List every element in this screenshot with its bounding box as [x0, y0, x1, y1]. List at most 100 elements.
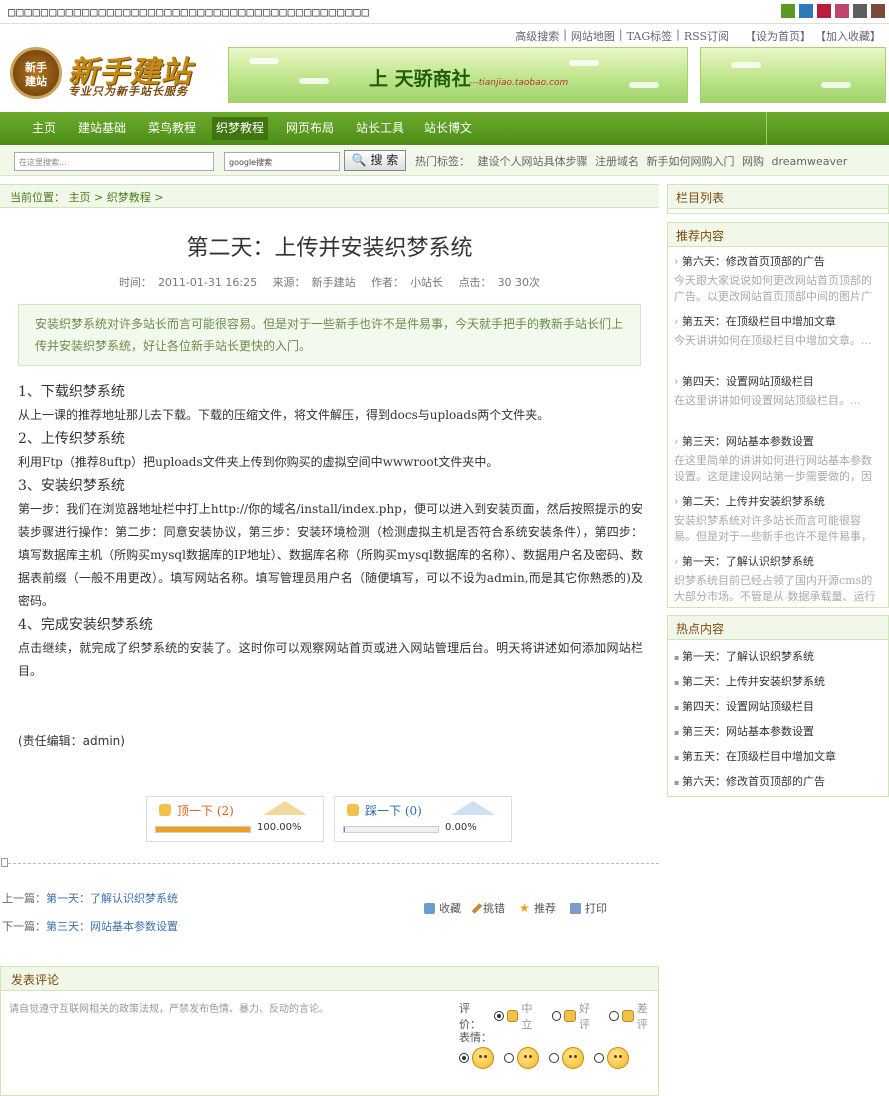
recommend-item: 第三天：网站基本参数设置 在这里简单的讲讲如何进行网站基本参数设置。这是建设网站… — [674, 433, 880, 485]
rating-neutral-radio[interactable] — [493, 1011, 504, 1021]
hot-item[interactable]: 第三天：网站基本参数设置 — [674, 723, 814, 739]
angry-face-icon — [562, 1047, 584, 1069]
printer-icon — [570, 902, 581, 914]
theme-swatch[interactable] — [871, 4, 885, 18]
rating-bad-radio[interactable] — [609, 1011, 620, 1021]
hot-item[interactable]: 第一天：了解认识织梦系统 — [674, 648, 814, 664]
page-icon — [1, 858, 8, 867]
pen-icon — [471, 902, 483, 914]
sitemap-link[interactable]: 网站地图 — [571, 28, 615, 44]
advanced-search-link[interactable]: 高级搜索 — [515, 28, 559, 44]
breadcrumb: 当前位置： 主页 > 织梦教程 > — [0, 184, 659, 208]
theme-swatch[interactable] — [835, 4, 849, 18]
recommend-item: 第四天：设置网站顶级栏目 在这里讲讲如何设置网站顶级栏目。... — [674, 373, 880, 425]
site-search-input[interactable]: 在这里搜索... — [14, 152, 214, 171]
section-heading: 3、安装织梦系统 — [18, 478, 125, 494]
face-radio[interactable] — [504, 1053, 514, 1063]
theme-swatch[interactable] — [781, 4, 795, 18]
section-heading: 2、上传织梦系统 — [18, 431, 125, 447]
breadcrumb-home[interactable]: 主页 — [69, 191, 91, 204]
theme-swatch[interactable] — [853, 4, 867, 18]
recommend-item-title[interactable]: 第五天：在顶级栏目中增加文章 — [674, 313, 880, 329]
thumb-up-icon — [159, 804, 171, 816]
face-radio[interactable] — [459, 1053, 469, 1063]
hand-icon — [506, 1010, 519, 1022]
recommend-item-title[interactable]: 第三天：网站基本参数设置 — [674, 433, 880, 449]
hot-title: 热点内容 — [668, 616, 888, 640]
breadcrumb-section[interactable]: 织梦教程 — [107, 191, 151, 204]
prev-article: 上一篇：第一天：了解认识织梦系统 — [2, 892, 178, 905]
add-favorite-link[interactable]: 【加入收藏】 — [815, 28, 881, 44]
print-button[interactable]: 打印 — [570, 900, 607, 916]
thumb-up-icon — [564, 1010, 577, 1022]
main-nav: 主页 建站基础 菜鸟教程 织梦教程 网页布局 站长工具 站长博文 — [0, 112, 889, 145]
google-search-input[interactable]: google搜索 — [224, 152, 340, 171]
hot-item[interactable]: 第五天：在顶级栏目中增加文章 — [674, 748, 836, 764]
face-label: 表情： — [459, 1031, 492, 1044]
hot-item[interactable]: 第六天：修改首页顶部的广告 — [674, 773, 825, 789]
article-meta: 时间： 2011-01-31 16:25 来源： 新手建站 作者： 小站长 点击： 30… — [118, 276, 541, 289]
comment-rating: 评价： 中立 好评 差评 — [459, 1002, 648, 1031]
nav-layout[interactable]: 网页布局 — [286, 112, 334, 145]
article-title: 第二天：上传并安装织梦系统 — [186, 236, 473, 261]
site-logo[interactable]: 新手 建站 新手建站 专业只为新手站长服务 — [10, 45, 220, 103]
recommend-title: 推荐内容 — [668, 223, 888, 247]
theme-swatch[interactable] — [799, 4, 813, 18]
set-homepage-link[interactable]: 【设为首页】 — [745, 28, 811, 44]
nav-tools[interactable]: 站长工具 — [356, 112, 404, 145]
article-editor: (责任编辑：admin) — [18, 734, 125, 748]
nav-home[interactable]: 主页 — [32, 112, 56, 145]
prev-article-link[interactable]: 第一天：了解认识织梦系统 — [46, 892, 178, 905]
comment-box: 发表评论 请自觉遵守互联网相关的政策法规，严禁发布色情、暴力、反动的言论。 评价… — [0, 966, 659, 1096]
hot-item[interactable]: 第二天：上传并安装织梦系统 — [674, 673, 825, 689]
column-list-title: 栏目列表 — [668, 185, 888, 209]
recommend-item-title[interactable]: 第一天：了解认识织梦系统 — [674, 553, 880, 569]
divider — [8, 863, 659, 864]
recommend-item-title[interactable]: 第四天：设置网站顶级栏目 — [674, 373, 880, 389]
face-radio[interactable] — [594, 1053, 604, 1063]
vote-up-button[interactable]: 顶一下 (2) 100.00% — [146, 796, 324, 842]
vote-up-percent: 100.00% — [257, 822, 302, 833]
rating-good-radio[interactable] — [551, 1011, 562, 1021]
hot-tag[interactable]: 注册域名 — [595, 155, 639, 168]
report-error-button[interactable]: 挑错 — [471, 900, 505, 916]
hot-item[interactable]: 第四天：设置网站顶级栏目 — [674, 698, 814, 714]
rss-link[interactable]: RSS订阅 — [684, 28, 729, 44]
next-article-link[interactable]: 第三天：网站基本参数设置 — [46, 920, 178, 933]
worried-face-icon — [517, 1047, 539, 1069]
banner-url: ---tianjiao.taobao.com — [469, 78, 569, 88]
hot-tag[interactable]: 新手如何网购入门 — [647, 155, 735, 168]
favorite-button[interactable]: 收藏 — [424, 900, 461, 916]
vote-down-button[interactable]: 踩一下 (0) 0.00% — [334, 796, 512, 842]
section-heading: 4、完成安装织梦系统 — [18, 617, 153, 633]
recommend-item: 第二天：上传并安装织梦系统 安装织梦系统对许多站长而言可能很容易。但是对于一些新… — [674, 493, 880, 545]
recommend-item-title[interactable]: 第六天：修改首页顶部的广告 — [674, 253, 880, 269]
nav-basics[interactable]: 建站基础 — [78, 112, 126, 145]
tag-link[interactable]: TAG标签 — [627, 28, 672, 44]
hot-tag[interactable]: 建设个人网站具体步骤 — [478, 155, 588, 168]
nav-blog[interactable]: 站长博文 — [424, 112, 472, 145]
article-body: 1、下载织梦系统 从上一课的推荐地址那儿去下载。下载的压缩文件，将文件解压，得到… — [18, 380, 643, 683]
recommend-item: 第一天：了解认识织梦系统 织梦系统目前已经占领了国内开源cms的大部分市场。不管… — [674, 553, 880, 605]
search-button[interactable]: 🔍 搜 索 — [344, 150, 406, 171]
banner-ad-small[interactable] — [700, 47, 886, 103]
recommend-item-title[interactable]: 第二天：上传并安装织梦系统 — [674, 493, 880, 509]
nav-dedecms[interactable]: 织梦教程 — [212, 117, 269, 140]
article-summary: 安装织梦系统对许多站长而言可能很容易。但是对于一些新手也许不是件易事，今天就手把… — [18, 304, 641, 366]
separator: | — [563, 28, 567, 41]
comment-notice[interactable]: 请自觉遵守互联网相关的政策法规，严禁发布色情、暴力、反动的言论。 — [9, 1000, 329, 1015]
theme-swatch[interactable] — [817, 4, 831, 18]
recommend-box: 推荐内容 第六天：修改首页顶部的广告 今天跟大家说说如何更改网站首页顶部的广告。… — [667, 222, 889, 608]
banner-ad[interactable]: 上 天骄商社 ---tianjiao.taobao.com — [228, 47, 688, 103]
recommend-button[interactable]: ★ 推荐 — [519, 900, 556, 916]
hot-tag[interactable]: 网购 — [742, 155, 764, 168]
face-options — [459, 1047, 629, 1069]
recommend-item-desc: 安装织梦系统对许多站长而言可能很容易。但是对于一些新手也许不是件易事， — [674, 514, 872, 543]
face-radio[interactable] — [549, 1053, 559, 1063]
recommend-item: 第五天：在顶级栏目中增加文章 今天讲讲如何在顶级栏目中增加文章。... — [674, 313, 880, 365]
nav-beginner[interactable]: 菜鸟教程 — [148, 112, 196, 145]
hot-tag[interactable]: dreamweaver — [772, 155, 848, 168]
section-text: 点击继续，就完成了织梦系统的安装了。这时你可以观察网站首页或进入网站管理后台。明… — [18, 641, 643, 678]
smile-face-icon — [472, 1047, 494, 1069]
section-text: 第一步：我们在浏览器地址栏中打上http://你的域名/install/inde… — [18, 502, 643, 608]
